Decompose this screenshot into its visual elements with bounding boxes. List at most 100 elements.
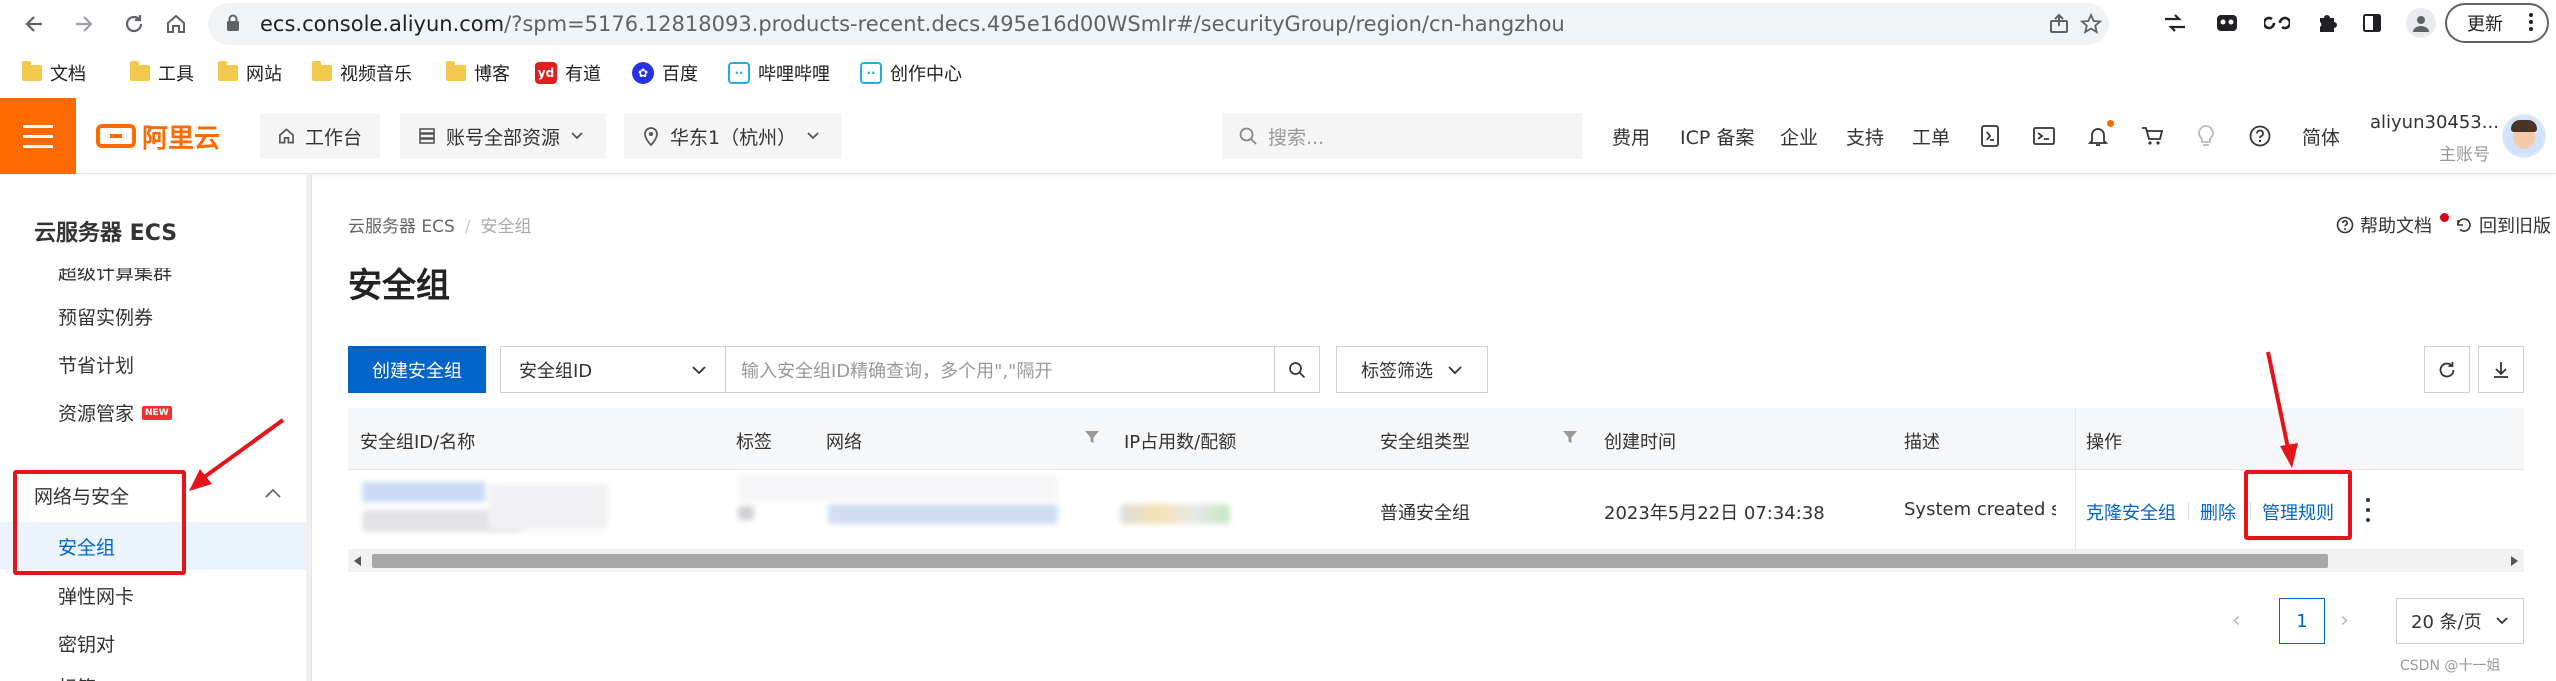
next-page-icon[interactable]: ›: [2340, 608, 2349, 633]
page-number-current[interactable]: 1: [2279, 598, 2325, 644]
scroll-left-icon[interactable]: [354, 556, 361, 566]
ticket-link[interactable]: 工单: [1912, 123, 1950, 150]
bookmark-label: 网站: [246, 64, 282, 85]
region-dropdown[interactable]: 华东1（杭州）: [624, 113, 842, 159]
col-tags: 标签: [736, 432, 772, 453]
back-icon[interactable]: [16, 6, 52, 42]
refresh-icon: [2439, 361, 2455, 377]
prev-page-icon[interactable]: ‹: [2232, 608, 2241, 633]
page-title: 安全组: [348, 266, 450, 306]
sidebar-item-keypairs[interactable]: 密钥对: [58, 630, 115, 657]
workbench-label: 工作台: [304, 126, 362, 149]
logo-text: 阿里云: [142, 123, 221, 154]
bilibili-icon: ··: [728, 62, 750, 84]
delete-link[interactable]: 删除: [2200, 499, 2236, 525]
side-panel-icon[interactable]: [2357, 8, 2387, 38]
bookmark-youdao[interactable]: yd 有道: [535, 58, 601, 88]
global-search-input[interactable]: 搜索...: [1222, 113, 1582, 159]
tag-filter-label: 标签筛选: [1361, 360, 1433, 382]
chevron-up-icon[interactable]: [262, 482, 284, 504]
scrollbar-thumb[interactable]: [372, 554, 2328, 568]
new-badge: NEW: [142, 405, 172, 420]
reload-icon[interactable]: [116, 6, 152, 42]
profile-icon[interactable]: [2406, 8, 2436, 38]
location-icon: [644, 127, 658, 146]
sidebar-item-savings-plan[interactable]: 节省计划: [58, 351, 134, 378]
export-button[interactable]: [2478, 346, 2524, 393]
help-doc-label: 帮助文档: [2360, 216, 2432, 237]
workbench-button[interactable]: 工作台: [260, 113, 380, 159]
bookmark-star-icon[interactable]: [2078, 11, 2104, 37]
sidebar-item-reserved-instances[interactable]: 预留实例券: [58, 303, 153, 330]
filter-icon[interactable]: [1562, 429, 1578, 445]
sidebar-item-label: 密钥对: [58, 634, 116, 656]
sidebar-item-label: 标签: [58, 673, 96, 681]
bookmark-creator[interactable]: ·· 创作中心: [860, 58, 962, 88]
bookmark-docs[interactable]: 文档: [22, 58, 86, 88]
folder-icon: [22, 61, 42, 81]
bookmark-media[interactable]: 视频音乐: [312, 58, 412, 88]
bookmark-sites[interactable]: 网站: [218, 58, 282, 88]
bookmark-tools[interactable]: 工具: [130, 58, 194, 88]
scroll-right-icon[interactable]: [2511, 556, 2518, 566]
clone-security-group-link[interactable]: 克隆安全组: [2086, 499, 2176, 525]
sidebar-item-eni[interactable]: 弹性网卡: [58, 582, 134, 609]
filter-field-value: 安全组ID: [519, 360, 593, 382]
enterprise-link[interactable]: 企业: [1780, 123, 1818, 150]
language-switch[interactable]: 简体: [2302, 123, 2340, 150]
breadcrumb-ecs[interactable]: 云服务器 ECS: [348, 217, 455, 237]
help-circle-icon: [2336, 216, 2354, 234]
address-bar[interactable]: ecs.console.aliyun.com/?spm=5176.1281809…: [208, 3, 2109, 45]
forward-icon[interactable]: [66, 6, 102, 42]
more-actions-icon[interactable]: [2364, 498, 2372, 522]
menu-icon[interactable]: [0, 98, 76, 174]
cell-desc: System created security group.: [1904, 499, 2056, 520]
folder-icon: [218, 61, 238, 81]
sidebar-item-supercomputing[interactable]: 超级计算集群: [58, 268, 172, 285]
cloud-shell-icon[interactable]: [1976, 122, 2004, 150]
action-separator: [2188, 502, 2189, 520]
icp-link[interactable]: ICP 备案: [1680, 123, 1754, 150]
help-doc-link[interactable]: 帮助文档: [2336, 212, 2449, 238]
notification-bell-icon[interactable]: [2084, 120, 2114, 150]
resources-dropdown[interactable]: 账号全部资源: [400, 113, 606, 159]
extension-link-icon[interactable]: [2262, 8, 2292, 38]
col-type: 安全组类型: [1380, 432, 1470, 453]
help-icon[interactable]: [2246, 122, 2274, 150]
sidebar-item-tags[interactable]: 标签: [58, 673, 96, 681]
bookmark-baidu[interactable]: ✿ 百度: [632, 58, 698, 88]
terminal-icon[interactable]: [2030, 122, 2058, 150]
filter-field-select[interactable]: 安全组ID: [500, 346, 726, 393]
extension-game-icon[interactable]: [2212, 8, 2242, 38]
page-size-select[interactable]: 20 条/页: [2396, 598, 2524, 644]
support-link[interactable]: 支持: [1846, 123, 1884, 150]
update-button[interactable]: 更新: [2445, 3, 2549, 43]
redacted-network-extra: [738, 474, 1058, 502]
aliyun-logo[interactable]: 阿里云: [96, 118, 220, 154]
sidebar-scrollbar[interactable]: [306, 175, 311, 681]
create-security-group-button[interactable]: 创建安全组: [348, 346, 486, 393]
billing-link[interactable]: 费用: [1612, 123, 1650, 150]
user-name[interactable]: aliyun30453...: [2370, 112, 2499, 133]
extension-swap-icon[interactable]: [2160, 8, 2190, 38]
bookmark-blog[interactable]: 博客: [446, 58, 510, 88]
cart-icon[interactable]: [2138, 122, 2166, 150]
table-row[interactable]: 普通安全组 2023年5月22日 07:34:38 System created…: [348, 470, 2524, 550]
bookmark-label: 哔哩哔哩: [758, 64, 830, 85]
extensions-puzzle-icon[interactable]: [2312, 8, 2342, 38]
share-icon[interactable]: [2046, 11, 2072, 37]
filter-icon[interactable]: [1084, 429, 1100, 445]
lightbulb-icon[interactable]: [2192, 122, 2220, 150]
search-button[interactable]: [1274, 346, 1320, 393]
back-old-link[interactable]: 回到旧版: [2455, 212, 2551, 238]
bookmark-bilibili[interactable]: ·· 哔哩哔哩: [728, 58, 830, 88]
folder-icon: [312, 61, 332, 81]
sidebar-item-resource-manager[interactable]: 资源管家 NEW: [58, 399, 172, 426]
security-group-search-input[interactable]: 输入安全组ID精确查询，多个用","隔开: [725, 346, 1275, 393]
avatar[interactable]: [2502, 114, 2546, 158]
refresh-button[interactable]: [2424, 346, 2470, 393]
table-horizontal-scrollbar[interactable]: [348, 550, 2524, 572]
tag-filter-dropdown[interactable]: 标签筛选: [1336, 346, 1488, 393]
home-icon[interactable]: [158, 6, 194, 42]
search-icon: [1289, 361, 1306, 378]
